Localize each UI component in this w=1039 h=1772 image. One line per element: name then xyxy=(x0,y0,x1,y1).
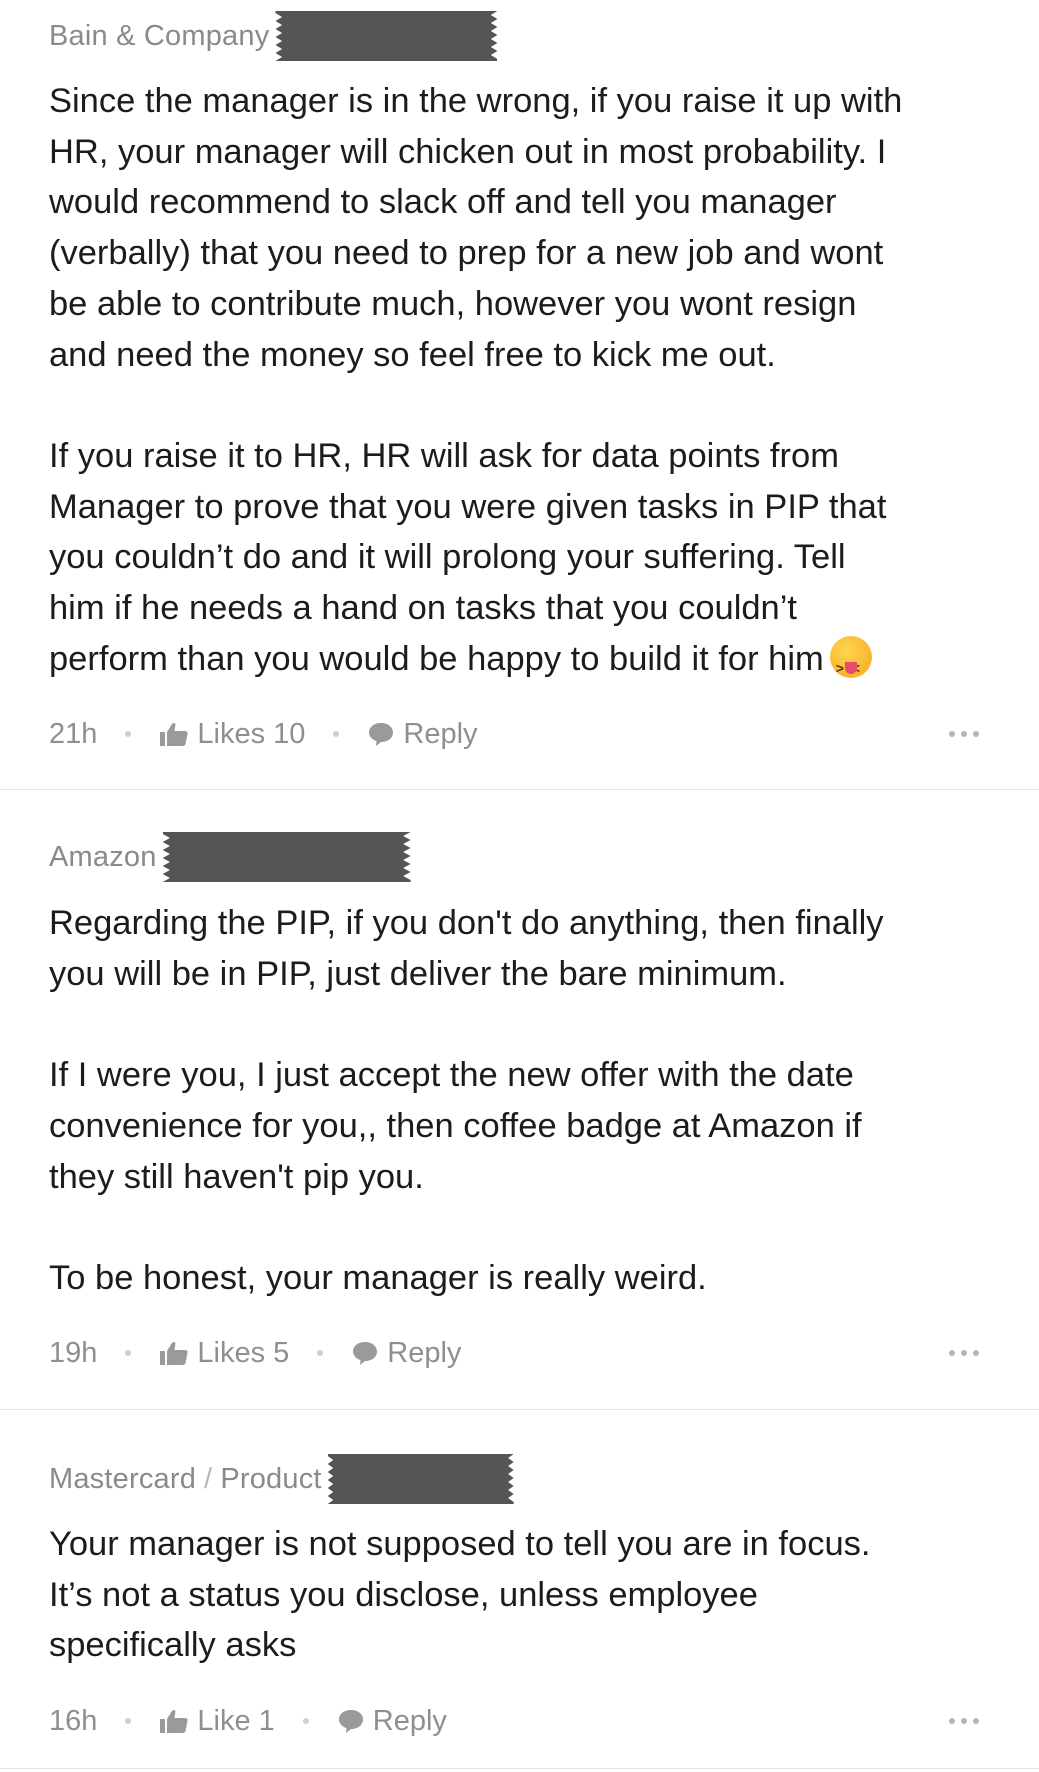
comment-line: you couldn’t do and it will prolong your… xyxy=(49,538,846,577)
like-button[interactable]: Likes 10 xyxy=(159,718,305,751)
likes-count: Likes 5 xyxy=(197,1336,290,1369)
reply-label: Reply xyxy=(387,1336,462,1369)
likes-count: Like 1 xyxy=(197,1704,275,1737)
comment-line: they still haven't pip you. xyxy=(49,1157,424,1196)
comment-header: Bain & Company xyxy=(49,11,498,61)
comment-line: perform than you would be happy to build… xyxy=(49,639,824,678)
timestamp: 21h xyxy=(49,717,98,750)
separator-dot xyxy=(125,1718,132,1724)
like-button[interactable]: Like 1 xyxy=(159,1704,275,1738)
comment-footer: 16h Like 1 Reply xyxy=(49,1701,979,1741)
more-horizontal-icon[interactable] xyxy=(949,1718,979,1724)
comment-line: HR, your manager will chicken out in mos… xyxy=(49,132,887,171)
comment-line: Regarding the PIP, if you don't do anyth… xyxy=(49,904,884,942)
squinting-tongue-emoji xyxy=(829,635,872,693)
separator-dot xyxy=(302,1718,309,1724)
more-horizontal-icon[interactable] xyxy=(949,731,979,737)
speech-bubble-icon xyxy=(353,1342,378,1365)
comment-line: him if he needs a hand on tasks that you… xyxy=(49,589,797,628)
comment-line: convenience for you,, then coffee badge … xyxy=(49,1106,862,1145)
comment-line: Since the manager is in the wrong, if yo… xyxy=(49,82,903,120)
comment-line: and need the money so feel free to kick … xyxy=(49,335,776,374)
thumbs-up-icon xyxy=(160,1342,188,1365)
comment-body: Your manager is not supposed to tell you… xyxy=(49,1519,999,1671)
thumbs-up-icon xyxy=(160,723,188,746)
comment-line: If you raise it to HR, HR will ask for d… xyxy=(49,436,839,475)
redacted-username xyxy=(327,1454,514,1504)
slash-separator: / xyxy=(204,1462,213,1495)
company-name[interactable]: Bain & Company xyxy=(49,20,269,53)
speech-bubble-icon xyxy=(369,723,394,746)
comment-footer: 21h Likes 10 Reply xyxy=(49,714,979,754)
comment-body: Regarding the PIP, if you don't do anyth… xyxy=(49,898,999,1304)
comment-header: Mastercard / Product xyxy=(49,1454,514,1504)
comment-divider xyxy=(0,1768,1039,1769)
thumbs-up-icon xyxy=(160,1710,188,1733)
comment-body: Since the manager is in the wrong, if yo… xyxy=(49,76,999,693)
comment-line: Your manager is not supposed to tell you… xyxy=(49,1525,871,1563)
timestamp: 19h xyxy=(49,1336,98,1369)
reply-button[interactable]: Reply xyxy=(367,717,478,751)
reply-label: Reply xyxy=(403,717,478,750)
reply-button[interactable]: Reply xyxy=(337,1705,447,1738)
comment-line-with-emoji: perform than you would be happy to build… xyxy=(49,634,999,693)
separator-dot xyxy=(317,1350,324,1356)
comment-divider xyxy=(0,1409,1039,1410)
company-name[interactable]: Amazon xyxy=(49,841,157,874)
comment-line: To be honest, your manager is really wei… xyxy=(49,1258,707,1297)
company-name[interactable]: Mastercard / Product xyxy=(49,1463,322,1496)
comment-header: Amazon xyxy=(49,832,411,882)
comment-line: It’s not a status you disclose, unless e… xyxy=(49,1575,758,1614)
reply-button[interactable]: Reply xyxy=(351,1337,461,1370)
separator-dot xyxy=(125,1350,132,1356)
comment-line: If I were you, I just accept the new off… xyxy=(49,1056,854,1095)
timestamp: 16h xyxy=(49,1704,98,1737)
role-label: Product xyxy=(220,1462,322,1495)
comment-line: Manager to prove that you were given tas… xyxy=(49,487,887,526)
comment-divider xyxy=(0,789,1039,790)
reply-label: Reply xyxy=(372,1704,447,1737)
comment-line: would recommend to slack off and tell yo… xyxy=(49,183,837,222)
more-horizontal-icon[interactable] xyxy=(949,1350,979,1356)
redacted-username xyxy=(275,11,498,61)
like-button[interactable]: Likes 5 xyxy=(159,1337,289,1370)
comment-footer: 19h Likes 5 Reply xyxy=(49,1333,979,1373)
comment-line: (verbally) that you need to prep for a n… xyxy=(49,234,884,273)
comment-line: be able to contribute much, however you … xyxy=(49,284,857,323)
speech-bubble-icon xyxy=(338,1710,363,1733)
separator-dot xyxy=(125,731,132,737)
comment-line: you will be in PIP, just deliver the bar… xyxy=(49,954,787,993)
redacted-username xyxy=(162,832,411,882)
comment-line: specifically asks xyxy=(49,1626,297,1665)
company-label: Mastercard xyxy=(49,1462,197,1495)
separator-dot xyxy=(333,731,340,737)
likes-count: Likes 10 xyxy=(197,717,306,750)
